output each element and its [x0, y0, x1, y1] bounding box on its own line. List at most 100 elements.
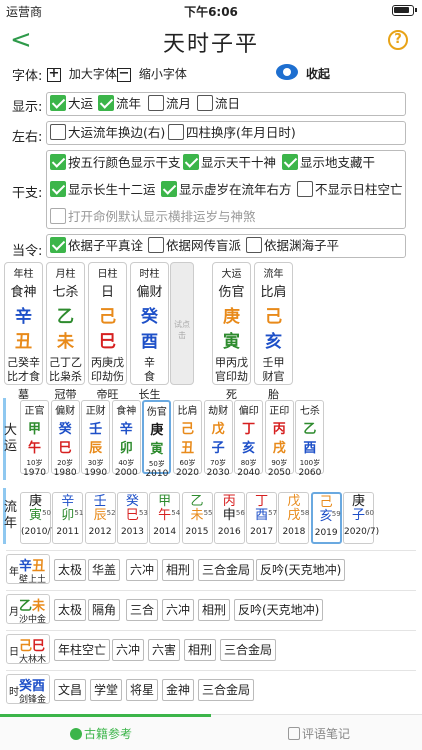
relation-tag[interactable]: 六害	[148, 639, 181, 661]
dayun-stem: 己	[180, 422, 194, 437]
relation-tag[interactable]: 三合金局	[220, 639, 277, 661]
relation-pillar[interactable]: 年辛丑 壁上土	[6, 554, 50, 585]
tap-hint-panel[interactable]: 试点击	[170, 262, 194, 385]
dayun-cell[interactable]: 偏印丁亥 80岁 2040	[234, 400, 264, 478]
liunian-cell[interactable]: 辛卯 51 2011	[52, 492, 84, 544]
relation-tag[interactable]: 六冲	[126, 559, 159, 581]
relation-tag[interactable]: 学堂	[90, 679, 123, 701]
relation-tag[interactable]: 六冲	[162, 599, 195, 621]
liunian-age: 58	[300, 509, 310, 517]
note-edit-icon	[288, 727, 300, 740]
dayun-branch: 辰	[89, 441, 103, 456]
pillar-day[interactable]: 日柱 日 己 巳 丙庚戊 印劫伤 帝旺	[88, 262, 127, 401]
checkbox-checked-icon	[50, 237, 66, 253]
dayun-cell[interactable]: 正印丙戌 90岁 2050	[264, 400, 294, 478]
show-twelve-stages-option[interactable]: 显示长生十二运	[50, 180, 156, 200]
dayun-stem: 甲	[27, 422, 41, 437]
reorder-pillars-option[interactable]: 四柱换序(年月日时)	[168, 123, 296, 143]
relation-tag[interactable]: 六冲	[112, 639, 145, 661]
help-icon[interactable]: ?	[388, 30, 408, 50]
eye-icon[interactable]	[276, 64, 298, 80]
dayun-branch: 卯	[119, 441, 133, 456]
relation-tag[interactable]: 相刑	[162, 559, 195, 581]
dayun-cell[interactable]: 劫财戊子 70岁 2030	[203, 400, 233, 478]
dayun-cell[interactable]: 伤官庚寅 50岁 2010	[142, 400, 172, 479]
dayun-cell[interactable]: 正财壬辰 30岁 1990	[81, 400, 111, 478]
display-option-dayun[interactable]: 大运	[50, 94, 93, 114]
collapse-button[interactable]: 收起	[306, 65, 330, 82]
dayun-cell[interactable]: 偏财癸巳 20岁 1980	[50, 400, 80, 478]
ganzhi-label: 干支:	[12, 186, 43, 201]
status-bar: 运营商 下午6:06	[0, 0, 422, 20]
swap-dayun-option[interactable]: 大运流年换边(右)	[50, 123, 165, 143]
yuanhaiziping-option[interactable]: 依据渊海子平	[246, 236, 339, 256]
liunian-cell[interactable]: 己亥 59 2019	[310, 492, 342, 544]
liunian-branch: 亥 59	[319, 509, 341, 524]
relation-tag[interactable]: 太极	[54, 559, 87, 581]
hide-day-kongwang-option[interactable]: 不显示日柱空亡	[297, 180, 403, 200]
dayun-god: 偏财	[55, 406, 76, 417]
relation-nayin: 沙中金	[19, 615, 47, 625]
relation-tag[interactable]: 三合	[126, 599, 159, 621]
relation-pillar[interactable]: 日己巳 大林木	[6, 634, 50, 665]
mangpai-option[interactable]: 依据网传盲派	[148, 236, 241, 256]
liunian-cell[interactable]: 癸巳 53 2013	[116, 492, 148, 544]
pillar-month[interactable]: 月柱 七杀 乙 未 己丁乙 比枭杀 冠带	[46, 262, 85, 401]
zipingzhenquan-option[interactable]: 依据子平真诠	[50, 236, 143, 256]
tab-notes[interactable]: 评语笔记	[288, 725, 350, 742]
decrease-font-button[interactable]: − 缩小字体	[117, 65, 187, 82]
relation-position: 日	[9, 647, 19, 658]
increase-font-button[interactable]: + 加大字体	[47, 65, 117, 82]
liunian-cell[interactable]: 壬辰 52 2012	[84, 492, 116, 544]
active-tab-indicator	[0, 714, 211, 717]
liunian-age: 50	[42, 509, 51, 517]
dayun-age: 90岁	[271, 459, 288, 467]
display-option-liuri[interactable]: 流日	[197, 94, 240, 114]
relation-tag[interactable]: 反吟(天克地冲)	[256, 559, 346, 581]
pillar-hour[interactable]: 时柱 偏财 癸 酉 辛 食 长生	[130, 262, 169, 401]
relation-tag[interactable]: 三合金局	[198, 679, 255, 701]
dayun-god: 正财	[85, 406, 106, 417]
liunian-branch: 巳 53	[125, 508, 148, 523]
dayun-cell[interactable]: 七杀乙酉 100岁 2060	[295, 400, 325, 478]
pillar-year[interactable]: 年柱 食神 辛 丑 己癸辛 比才食 墓	[4, 262, 43, 401]
relation-tag[interactable]: 金神	[162, 679, 195, 701]
show-stem-gods-option[interactable]: 显示天干十神	[183, 153, 276, 173]
relation-tag[interactable]: 相刑	[198, 599, 231, 621]
checkbox-checked-icon	[161, 181, 177, 197]
display-option-liuyue[interactable]: 流月	[148, 94, 191, 114]
relation-tag[interactable]: 文昌	[54, 679, 87, 701]
pillar-dayun[interactable]: 大运 伤官 庚 寅 甲丙戊 官印劫 死	[212, 262, 251, 401]
relation-tag[interactable]: 华盖	[88, 559, 121, 581]
liunian-cell[interactable]: 庚寅 50 (2010/7)	[20, 492, 60, 544]
relation-pillar[interactable]: 月乙未 沙中金	[6, 594, 50, 625]
show-hidden-stems-option[interactable]: 显示地支藏干	[282, 153, 375, 173]
relation-row: 时癸酉 剑锋金 文昌 学堂 将星 金神 三合金局	[6, 670, 416, 706]
relation-tag[interactable]: 相刑	[184, 639, 217, 661]
color-wuxing-option[interactable]: 按五行颜色显示干支	[50, 153, 181, 173]
liunian-cell[interactable]: 丁酉 57 2017	[246, 492, 278, 544]
liunian-cell[interactable]: 戊戌 58 2018	[278, 492, 310, 544]
relation-tag[interactable]: 太极	[54, 599, 87, 621]
liunian-cell[interactable]: 乙未 55 2015	[181, 492, 213, 544]
relation-tag[interactable]: 将星	[126, 679, 159, 701]
show-nominal-age-option[interactable]: 显示虚岁在流年右方	[161, 180, 292, 200]
dayun-cell[interactable]: 食神辛卯 40岁 2000	[111, 400, 141, 478]
relation-tag[interactable]: 三合金局	[198, 559, 255, 581]
tab-classics[interactable]: 古籍参考	[70, 725, 132, 742]
relation-tag[interactable]: 反吟(天克地冲)	[234, 599, 324, 621]
dayun-cell[interactable]: 比肩己丑 60岁 2020	[173, 400, 202, 478]
relation-tag[interactable]: 隔角	[88, 599, 121, 621]
relation-pillar[interactable]: 时癸酉 剑锋金	[6, 674, 50, 705]
relation-tag[interactable]: 年柱空亡	[54, 639, 111, 661]
liunian-cell[interactable]: 庚子 60 2020/7)	[343, 492, 379, 544]
dayun-cell[interactable]: 正官甲午 10岁 1970	[20, 400, 49, 478]
liunian-cell[interactable]: 丙申 56 2016	[213, 492, 245, 544]
liunian-cell[interactable]: 甲午 54 2014	[149, 492, 181, 544]
relation-row: 月乙未 沙中金 太极 隔角 三合 六冲 相刑 反吟(天克地冲)	[6, 590, 416, 626]
display-option-liunian[interactable]: 流年	[98, 94, 141, 114]
pillar-liunian[interactable]: 流年 比肩 己 亥 壬甲 财官 胎	[254, 262, 293, 401]
default-horizontal-option[interactable]: 打开命例默认显示横排运岁与神煞	[50, 207, 256, 227]
liunian-age: 60	[365, 509, 374, 517]
pillar-stem: 癸	[141, 307, 158, 327]
